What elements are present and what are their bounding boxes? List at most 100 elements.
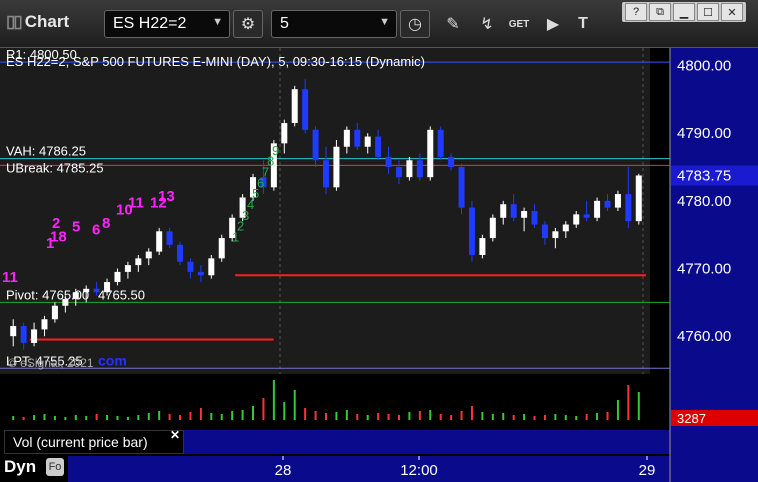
price-tick-label: 4770.00 bbox=[677, 261, 731, 278]
candle-body bbox=[333, 146, 340, 188]
candle-body bbox=[427, 129, 434, 178]
chevron-down-icon: ▼ bbox=[212, 16, 223, 28]
td-count: 11 bbox=[128, 195, 144, 212]
price-pane-margin bbox=[650, 48, 670, 374]
candle-body bbox=[291, 89, 298, 124]
maximize-icon[interactable]: ☐ bbox=[697, 3, 719, 21]
price-tick-label: 4800.00 bbox=[677, 58, 731, 75]
app-title: ▯▯ Chart bbox=[6, 12, 69, 32]
candle-body bbox=[135, 258, 142, 266]
candle-body bbox=[635, 175, 642, 222]
chart-area[interactable]: R1: 4800.50 VAH: 4786.25 UBreak: 4785.25 Pi… bbox=[0, 47, 758, 482]
candle-body bbox=[323, 160, 329, 188]
minimize-icon[interactable]: ▁ bbox=[673, 3, 695, 21]
td-count: 5 bbox=[72, 218, 80, 235]
format-icon[interactable]: Fo bbox=[46, 458, 64, 476]
volume-study-label: Vol (current price bar) bbox=[4, 430, 184, 454]
app-title-label: Chart bbox=[24, 12, 70, 31]
candle-body bbox=[604, 200, 611, 208]
interval-combo[interactable]: 5 ▼ bbox=[271, 10, 397, 38]
time-tick-label: 29 bbox=[639, 462, 656, 479]
grip-icon[interactable]: ▯▯ bbox=[6, 12, 23, 31]
candle-body bbox=[552, 231, 559, 239]
candle-body bbox=[583, 214, 590, 218]
candle-body bbox=[281, 123, 288, 144]
level-label: VAH: 4786.25 bbox=[6, 144, 86, 159]
watermark: © eSignal, 2021 bbox=[8, 356, 94, 370]
text-tool-icon[interactable]: T bbox=[568, 10, 598, 38]
td-count: 8 bbox=[102, 215, 110, 232]
candle-body bbox=[20, 326, 27, 343]
candle-body bbox=[479, 238, 486, 255]
candle-body bbox=[500, 204, 507, 218]
close-icon[interactable]: ✕ bbox=[721, 3, 743, 21]
candle-body bbox=[343, 129, 350, 147]
td-setup: 9 bbox=[272, 143, 279, 158]
candle-body bbox=[448, 156, 455, 168]
pencil-icon[interactable]: ✎ bbox=[438, 10, 468, 38]
time-tick-label: 28 bbox=[275, 462, 292, 479]
get-data-icon[interactable]: GET bbox=[504, 10, 534, 38]
last-volume-label: 3287 bbox=[677, 411, 706, 426]
candle-body bbox=[594, 200, 601, 218]
candle-body bbox=[573, 214, 580, 225]
candle-body bbox=[208, 258, 215, 276]
candle-body bbox=[416, 160, 423, 178]
candle-body bbox=[156, 231, 163, 252]
candle-body bbox=[385, 156, 392, 168]
candle-body bbox=[458, 167, 465, 208]
candle-body bbox=[145, 251, 152, 259]
chevron-down-icon: ▼ bbox=[379, 16, 390, 28]
candle-body bbox=[197, 271, 204, 276]
candle-body bbox=[83, 288, 90, 293]
price-tick-label: 4760.00 bbox=[677, 328, 731, 345]
price-tick-label: 4790.00 bbox=[677, 125, 731, 142]
td-count: 13 bbox=[158, 188, 175, 205]
chart-title: ES H22=2, S&P 500 FUTURES E-MINI (DAY), … bbox=[6, 54, 425, 69]
study-icon[interactable]: ↯ bbox=[472, 10, 502, 38]
price-pane-bg bbox=[0, 48, 650, 374]
candle-body bbox=[114, 271, 121, 283]
close-icon[interactable]: ✕ bbox=[170, 428, 180, 442]
link-icon[interactable]: ⧉ bbox=[649, 3, 671, 21]
td-count: 11 bbox=[2, 269, 18, 286]
last-price-label: 4783.75 bbox=[677, 167, 731, 184]
dynamic-label: Dyn bbox=[4, 457, 37, 476]
candle-body bbox=[562, 224, 569, 232]
candle-body bbox=[177, 244, 184, 262]
help-icon[interactable]: ? bbox=[625, 3, 647, 21]
candle-body bbox=[31, 329, 38, 343]
candle-body bbox=[62, 298, 69, 306]
candle-body bbox=[166, 231, 173, 245]
candle-body bbox=[364, 136, 371, 147]
candle-body bbox=[41, 319, 48, 330]
play-icon[interactable]: ▶ bbox=[538, 10, 568, 38]
candle-body bbox=[437, 129, 444, 157]
candle-body bbox=[354, 129, 361, 147]
overlay-com-label: com bbox=[98, 352, 127, 368]
candle-body bbox=[531, 211, 538, 225]
candle-body bbox=[625, 194, 632, 222]
candle-body bbox=[395, 167, 402, 178]
price-chart[interactable]: R1: 4800.50VAH: 4786.25UBreak: 4785.25Pi… bbox=[0, 47, 758, 482]
candle-body bbox=[312, 129, 319, 161]
candle-body bbox=[302, 89, 309, 130]
candle-body bbox=[406, 160, 413, 178]
td-count: 6 bbox=[92, 222, 100, 239]
chart-toolbar: ▯▯ Chart ES H22=2 ▼ ⚙ 5 ▼ ◷ ✎ ↯ GET ▶ T ?… bbox=[0, 0, 758, 48]
symbol-value: ES H22=2 bbox=[113, 15, 187, 32]
vol-bar-bg bbox=[184, 430, 670, 454]
interval-value: 5 bbox=[280, 15, 289, 32]
candle-body bbox=[10, 326, 17, 337]
candle-body bbox=[614, 194, 621, 208]
window-controls: ? ⧉ ▁ ☐ ✕ bbox=[622, 2, 746, 22]
candle-body bbox=[93, 288, 100, 293]
time-tick-label: 12:00 bbox=[400, 462, 438, 479]
candle-body bbox=[510, 204, 517, 218]
settings-gear-icon[interactable]: ⚙ bbox=[233, 10, 263, 38]
price-tick-label: 4780.00 bbox=[677, 193, 731, 210]
clock-icon[interactable]: ◷ bbox=[400, 10, 430, 38]
candle-body bbox=[218, 238, 225, 259]
symbol-combo[interactable]: ES H22=2 ▼ bbox=[104, 10, 230, 38]
candle-body bbox=[124, 265, 131, 272]
